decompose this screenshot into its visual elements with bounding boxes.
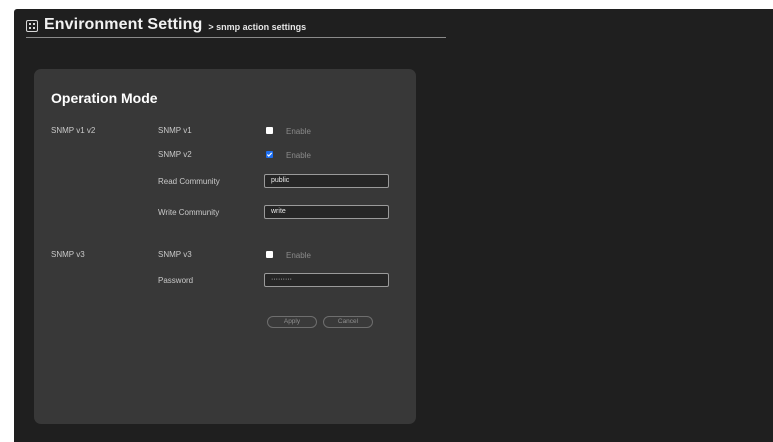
header-divider [26, 37, 446, 38]
snmp-v1-enable-label: Enable [286, 127, 311, 136]
operation-mode-panel: Operation Mode SNMP v1 v2 SNMP v1 Enable… [34, 69, 416, 424]
snmp-v1-checkbox[interactable] [266, 127, 273, 134]
snmp-v3-label: SNMP v3 [158, 250, 192, 259]
main-window: Environment Setting > snmp action settin… [14, 9, 773, 442]
read-community-label: Read Community [158, 177, 220, 186]
snmp-v2-label: SNMP v2 [158, 150, 192, 159]
section-label-v3: SNMP v3 [51, 250, 85, 259]
snmp-v2-checkbox[interactable] [266, 151, 273, 158]
check-icon [266, 152, 273, 157]
snmp-v3-checkbox[interactable] [266, 251, 273, 258]
panel-title: Operation Mode [51, 90, 158, 106]
snmp-v1-label: SNMP v1 [158, 126, 192, 135]
write-community-input[interactable]: write [264, 205, 389, 219]
write-community-label: Write Community [158, 208, 220, 217]
read-community-input[interactable]: public [264, 174, 389, 188]
breadcrumb: > snmp action settings [208, 22, 307, 32]
snmp-v2-enable-label: Enable [286, 151, 311, 160]
settings-icon [26, 19, 38, 32]
page-header: Environment Setting > snmp action settin… [26, 15, 306, 35]
password-label: Password [158, 276, 194, 285]
page-title: Environment Setting [44, 16, 203, 33]
section-label-v1v2: SNMP v1 v2 [51, 126, 96, 135]
snmp-v3-enable-label: Enable [286, 251, 311, 260]
apply-button[interactable]: Apply [267, 316, 317, 328]
cancel-button[interactable]: Cancel [323, 316, 373, 328]
password-input[interactable]: ········· [264, 273, 389, 287]
